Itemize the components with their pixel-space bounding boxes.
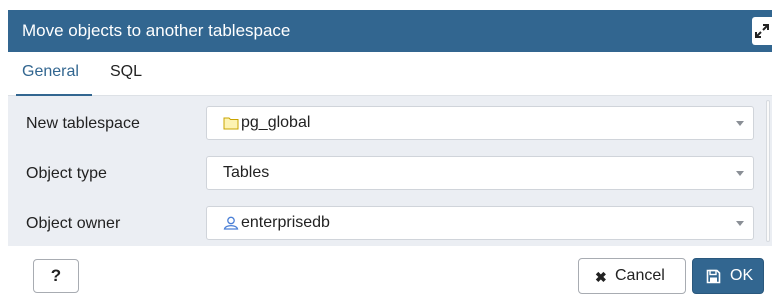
chevron-down-icon (736, 121, 744, 126)
ok-button[interactable]: OK (692, 258, 764, 294)
object-type-label: Object type (26, 165, 107, 182)
cancel-button-label: Cancel (615, 267, 665, 284)
expand-icon (755, 24, 769, 38)
tab-sql[interactable]: SQL (110, 63, 142, 81)
new-tablespace-value: pg_global (241, 114, 311, 131)
new-tablespace-select[interactable]: pg_global (206, 106, 754, 140)
ok-button-label: OK (730, 267, 754, 284)
close-icon: ✖ (595, 269, 607, 285)
scrollbar-track[interactable] (766, 100, 770, 242)
chevron-down-icon (736, 221, 744, 226)
object-owner-value: enterprisedb (241, 214, 330, 231)
dialog-footer: ? ✖ Cancel OK (0, 246, 772, 305)
object-type-value: Tables (223, 164, 270, 181)
form-panel: New tablespace pg_global Object type Tab… (8, 96, 764, 246)
save-icon (706, 269, 721, 284)
new-tablespace-label: New tablespace (26, 115, 140, 132)
tab-bar: General SQL (8, 52, 772, 96)
dialog-title: Move objects to another tablespace (22, 21, 291, 40)
object-owner-label: Object owner (26, 215, 121, 232)
maximize-button[interactable] (752, 17, 772, 45)
user-icon (223, 216, 239, 230)
object-owner-select[interactable]: enterprisedb (206, 206, 754, 240)
chevron-down-icon (736, 171, 744, 176)
tab-general[interactable]: General (22, 63, 79, 81)
cancel-button[interactable]: ✖ Cancel (578, 258, 686, 294)
form-scrollbar[interactable] (764, 96, 772, 246)
dialog-titlebar: Move objects to another tablespace (8, 10, 772, 52)
object-type-select[interactable]: Tables (206, 156, 754, 190)
help-button[interactable]: ? (33, 259, 79, 293)
folder-icon (223, 117, 239, 130)
